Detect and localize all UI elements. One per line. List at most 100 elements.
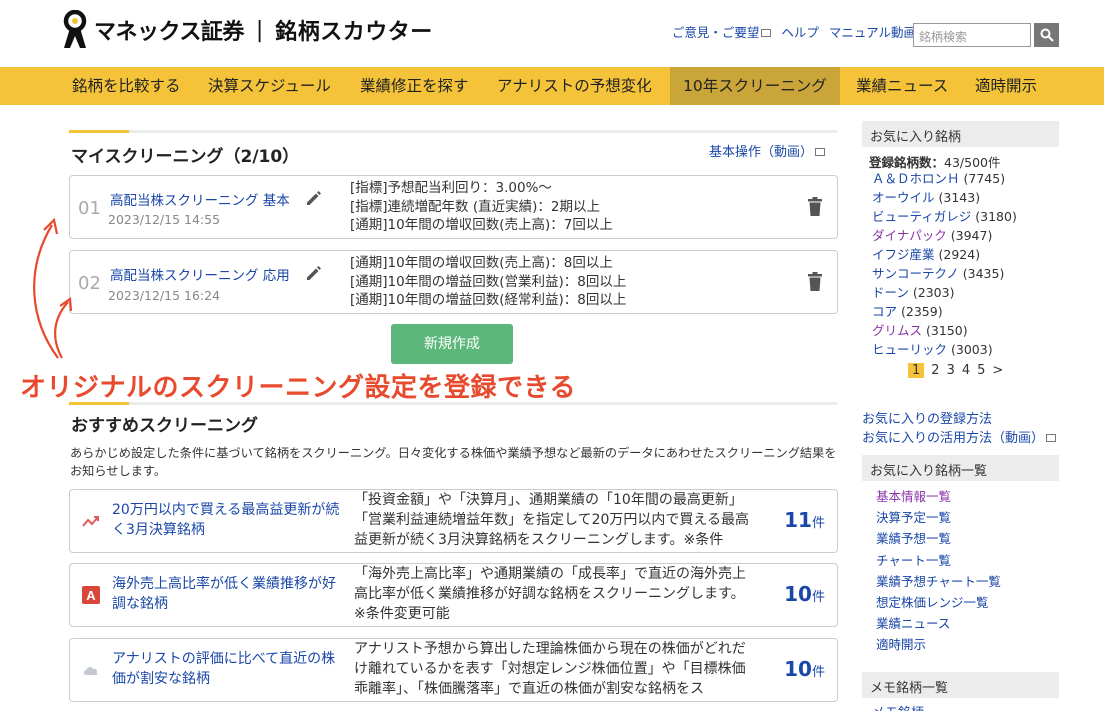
favorite-stock-link[interactable]: コア (872, 304, 897, 319)
trash-icon[interactable] (807, 197, 823, 217)
favorite-stock-link[interactable]: イフジ産業 (872, 247, 935, 262)
page-link[interactable]: 3 (947, 363, 955, 378)
edit-pencil-icon[interactable] (304, 263, 324, 283)
favorite-item: ドーン (2303) (872, 283, 1017, 302)
favorites-list-heading: お気に入り銘柄一覧 (862, 455, 1059, 481)
result-count-unit: 件 (811, 516, 825, 531)
stock-code: (3150) (926, 323, 968, 338)
page-current[interactable]: 1 (908, 363, 925, 378)
recommended-text: 「投資金額」や「決算月」、通期業績の「10年間の最高更新」「営業利益連続増益年数… (354, 492, 749, 548)
view-forecast-link[interactable]: 業績予想一覧 (876, 528, 1001, 549)
stock-code: (2303) (912, 285, 955, 300)
recommended-title-link[interactable]: アナリストの評価に比べて直近の株価が割安な銘柄 (112, 649, 347, 689)
help-link[interactable]: ヘルプ (781, 22, 819, 41)
howto-use-label: お気に入りの活用方法（動画） (862, 431, 1045, 446)
page-link[interactable]: 5 (977, 363, 985, 378)
favorite-stock-link[interactable]: Ａ＆ＤホロンＨ (872, 171, 960, 186)
view-disclosure-link[interactable]: 適時開示 (876, 634, 1001, 655)
section-divider (69, 402, 838, 405)
stock-code: (7745) (963, 171, 1006, 186)
result-count[interactable]: 11件 (784, 508, 825, 532)
favorites-views-list: 基本情報一覧 決算予定一覧 業績予想一覧 チャート一覧 業績予想チャート一覧 想… (876, 486, 1001, 656)
page-link[interactable]: 2 (931, 363, 939, 378)
favorite-stock-link[interactable]: ヒューリック (872, 342, 947, 357)
recommended-description: あらかじめ設定した条件に基づいて銘柄をスクリーニング。日々変化する株価や業績予想… (70, 446, 837, 478)
recommended-title: おすすめスクリーニング (71, 416, 258, 436)
condition-line: [通期]10年間の増益回数(営業利益)：8回以上 (350, 273, 627, 290)
new-screening-button[interactable]: 新規作成 (391, 324, 513, 364)
view-chart-link[interactable]: チャート一覧 (876, 550, 1001, 571)
favorite-stock-link[interactable]: ダイナパック (872, 228, 947, 243)
search-icon (1040, 28, 1054, 42)
howto-register-link[interactable]: お気に入りの登録方法 (862, 408, 992, 427)
nav-timely-disclosure[interactable]: 適時開示 (962, 67, 1050, 105)
recommended-card[interactable]: A 海外売上高比率が低く業績推移が好調な銘柄 「海外売上高比率」や通期業績の「成… (69, 563, 838, 627)
edit-pencil-icon[interactable] (304, 188, 324, 208)
favorites-count-value: 43/500件 (944, 155, 1001, 170)
stock-code: (2924) (938, 247, 981, 262)
favorite-stock-link[interactable]: オーウイル (872, 190, 935, 205)
basic-ops-video-link[interactable]: 基本操作（動画） (709, 141, 826, 160)
trend-up-icon (82, 516, 99, 527)
favorite-item: イフジ産業 (2924) (872, 245, 1017, 264)
favorite-item: ビューティガレジ (3180) (872, 207, 1017, 226)
nav-earnings-news[interactable]: 業績ニュース (843, 67, 961, 105)
stock-search-input[interactable]: 銘柄検索 (913, 23, 1031, 47)
favorites-heading: お気に入り銘柄 (862, 121, 1059, 147)
trash-icon[interactable] (807, 272, 823, 292)
nav-analyst-forecast[interactable]: アナリストの予想変化 (484, 67, 665, 105)
nav-earnings-schedule[interactable]: 決算スケジュール (195, 67, 344, 105)
result-count[interactable]: 10件 (784, 657, 825, 681)
service-name: 銘柄スカウター (275, 20, 433, 45)
view-forecast-chart-link[interactable]: 業績予想チャート一覧 (876, 571, 1001, 592)
annotation-arrows (33, 217, 73, 359)
search-button[interactable] (1034, 23, 1059, 47)
condition-line: [指標]連続増配年数 (直近実績)：2期以上 (350, 198, 600, 215)
recommended-title-link[interactable]: 20万円以内で買える最高益更新が続く3月決算銘柄 (112, 500, 347, 540)
favorites-count-label: 登録銘柄数： (869, 155, 945, 170)
nav-10yr-screening[interactable]: 10年スクリーニング (670, 67, 840, 105)
view-earnings-schedule-link[interactable]: 決算予定一覧 (876, 507, 1001, 528)
view-price-range-link[interactable]: 想定株価レンジ一覧 (876, 592, 1001, 613)
annotation-text: オリジナルのスクリーニング設定を登録できる (20, 373, 576, 403)
favorite-stock-link[interactable]: グリムス (872, 323, 922, 338)
result-count-value: 10 (784, 582, 812, 606)
view-basic-info-link[interactable]: 基本情報一覧 (876, 486, 1001, 507)
favorite-stock-link[interactable]: ドーン (872, 285, 909, 300)
memo-stocks-link[interactable]: メモ銘柄 (872, 702, 924, 711)
external-link-icon (1046, 434, 1057, 442)
svg-text:A: A (86, 588, 96, 603)
stock-code: (3435) (962, 266, 1005, 281)
favorite-stock-link[interactable]: ビューティガレジ (872, 209, 971, 224)
favorites-pager: 1 2 3 4 5 > (908, 363, 1003, 378)
next-page-link[interactable]: > (992, 363, 1003, 378)
manual-video-label: マニュアル動画 (828, 25, 916, 40)
recommended-title-link[interactable]: 海外売上高比率が低く業績推移が好調な銘柄 (112, 574, 347, 614)
recommended-text: 「海外売上高比率」や通期業績の「成長率」で直近の海外売上高比率が低く業績推移が好… (354, 566, 746, 622)
result-count-value: 10 (784, 657, 812, 681)
favorite-stock-link[interactable]: サンコーテクノ (872, 266, 959, 281)
nav-earnings-revisions[interactable]: 業績修正を探す (347, 67, 482, 105)
page-link[interactable]: 4 (962, 363, 970, 378)
feedback-link-label: ご意見・ご要望 (671, 25, 760, 40)
favorite-item: コア (2359) (872, 302, 1017, 321)
stock-code: (3180) (975, 209, 1017, 224)
recommended-card[interactable]: 20万円以内で買える最高益更新が続く3月決算銘柄 「投資金額」や「決算月」、通期… (69, 489, 838, 553)
stock-code: (3143) (938, 190, 981, 205)
favorite-item: オーウイル (3143) (872, 188, 1017, 207)
result-count-unit: 件 (811, 665, 825, 680)
recommended-card[interactable]: アナリストの評価に比べて直近の株価が割安な銘柄 アナリスト予想から算出した理論株… (69, 638, 838, 702)
header-links: ご意見・ご要望 ヘルプ マニュアル動画 (672, 22, 928, 41)
feedback-link[interactable]: ご意見・ご要望 (672, 22, 772, 41)
favorite-item: サンコーテクノ (3435) (872, 264, 1017, 283)
external-link-icon (815, 148, 826, 156)
result-count[interactable]: 10件 (784, 582, 825, 606)
stock-code: (3003) (951, 342, 993, 357)
view-news-link[interactable]: 業績ニュース (876, 613, 1001, 634)
condition-line: [通期]10年間の増収回数(売上高)：8回以上 (350, 255, 613, 271)
favorite-item: グリムス (3150) (872, 321, 1017, 340)
screening-conditions: [指標]予想配当利回り：3.00%〜 [指標]連続増配年数 (直近実績)：2期以… (350, 179, 613, 235)
recommended-text: アナリスト予想から算出した理論株価から現在の株価がどれだけ離れているかを表す「対… (354, 641, 746, 697)
howto-use-video-link[interactable]: お気に入りの活用方法（動画） (862, 427, 1057, 446)
grade-a-icon: A (82, 586, 100, 604)
